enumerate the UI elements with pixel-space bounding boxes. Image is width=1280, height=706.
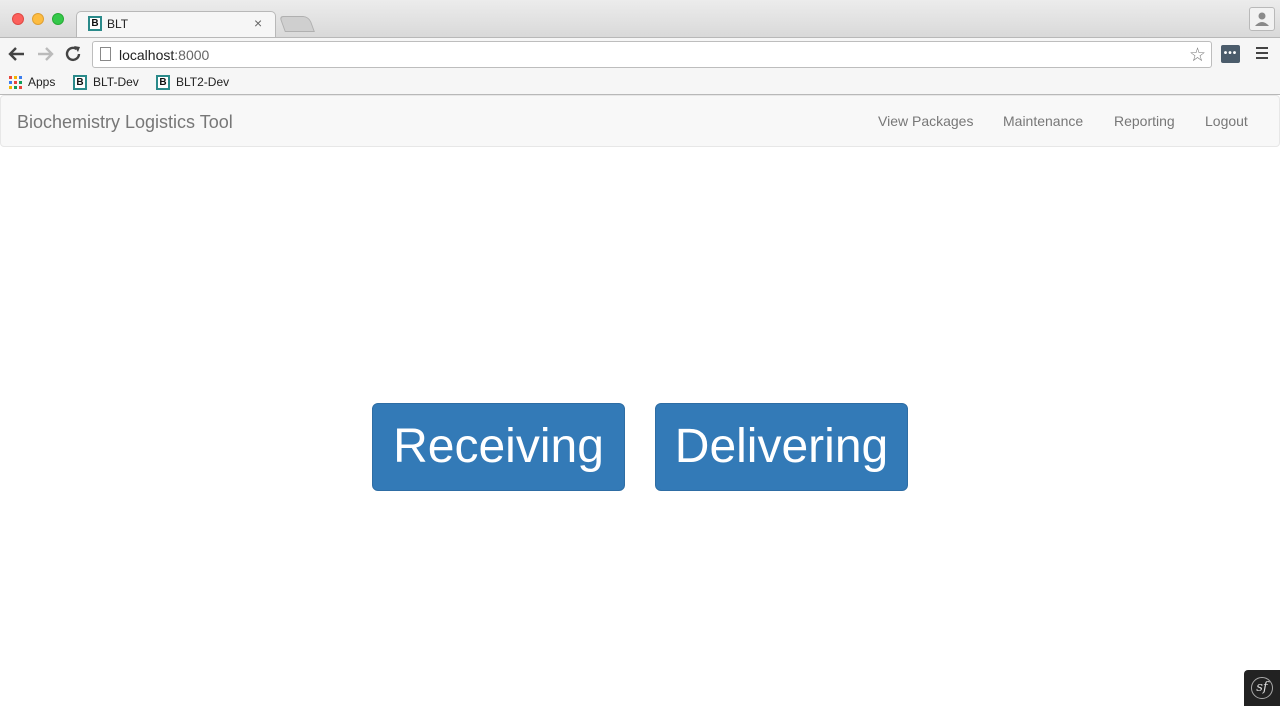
browser-titlebar: B BLT × bbox=[0, 0, 1280, 37]
extension-button[interactable]: ••• bbox=[1221, 45, 1240, 63]
new-tab-button[interactable] bbox=[279, 16, 315, 32]
reload-icon bbox=[65, 46, 81, 62]
tab-favicon-icon: B bbox=[88, 16, 102, 31]
bookmark-blt-dev[interactable]: B BLT-Dev bbox=[73, 74, 139, 90]
arrow-right-icon bbox=[38, 47, 54, 61]
url-text: localhost:8000 bbox=[119, 47, 210, 63]
blt-favicon-icon: B bbox=[156, 74, 170, 90]
page-icon bbox=[100, 47, 111, 61]
forward-button[interactable] bbox=[34, 43, 56, 65]
browser-menu-button[interactable] bbox=[1256, 47, 1268, 61]
delivering-button[interactable]: Delivering bbox=[655, 403, 908, 491]
nav-reporting[interactable]: Reporting bbox=[1114, 113, 1175, 129]
browser-tab-content: B BLT × bbox=[88, 11, 274, 37]
address-bar[interactable]: localhost:8000 ☆ bbox=[92, 41, 1212, 68]
blt-favicon-icon: B bbox=[73, 74, 87, 90]
bookmark-star-icon[interactable]: ☆ bbox=[1189, 44, 1206, 67]
profile-button[interactable] bbox=[1249, 7, 1275, 31]
nav-view-packages[interactable]: View Packages bbox=[878, 113, 973, 129]
bookmark-label: BLT2-Dev bbox=[176, 75, 230, 89]
bookmarks-bar: Apps B BLT-Dev B BLT2-Dev bbox=[0, 70, 1280, 95]
arrow-left-icon bbox=[8, 47, 24, 61]
minimize-window-button[interactable] bbox=[32, 13, 44, 25]
nav-logout[interactable]: Logout bbox=[1205, 113, 1248, 129]
tab-close-icon[interactable]: × bbox=[254, 15, 262, 31]
bookmark-blt2-dev[interactable]: B BLT2-Dev bbox=[156, 74, 229, 90]
reload-button[interactable] bbox=[62, 43, 84, 65]
debug-toolbar-toggle[interactable]: sf bbox=[1244, 670, 1280, 706]
bookmark-apps[interactable]: Apps bbox=[9, 74, 55, 90]
navbar-brand[interactable]: Biochemistry Logistics Tool bbox=[17, 112, 233, 133]
nav-maintenance[interactable]: Maintenance bbox=[1003, 113, 1083, 129]
bookmark-label: BLT-Dev bbox=[93, 75, 139, 89]
apps-grid-icon bbox=[9, 75, 22, 89]
tab-title: BLT bbox=[107, 17, 129, 31]
person-icon bbox=[1255, 12, 1269, 26]
symfony-logo-icon: sf bbox=[1251, 677, 1273, 699]
maximize-window-button[interactable] bbox=[52, 13, 64, 25]
bookmark-label: Apps bbox=[28, 75, 56, 89]
receiving-button[interactable]: Receiving bbox=[372, 403, 625, 491]
app-navbar: Biochemistry Logistics Tool View Package… bbox=[0, 95, 1280, 147]
close-window-button[interactable] bbox=[12, 13, 24, 25]
back-button[interactable] bbox=[6, 43, 28, 65]
browser-toolbar: localhost:8000 ☆ ••• bbox=[0, 37, 1280, 70]
